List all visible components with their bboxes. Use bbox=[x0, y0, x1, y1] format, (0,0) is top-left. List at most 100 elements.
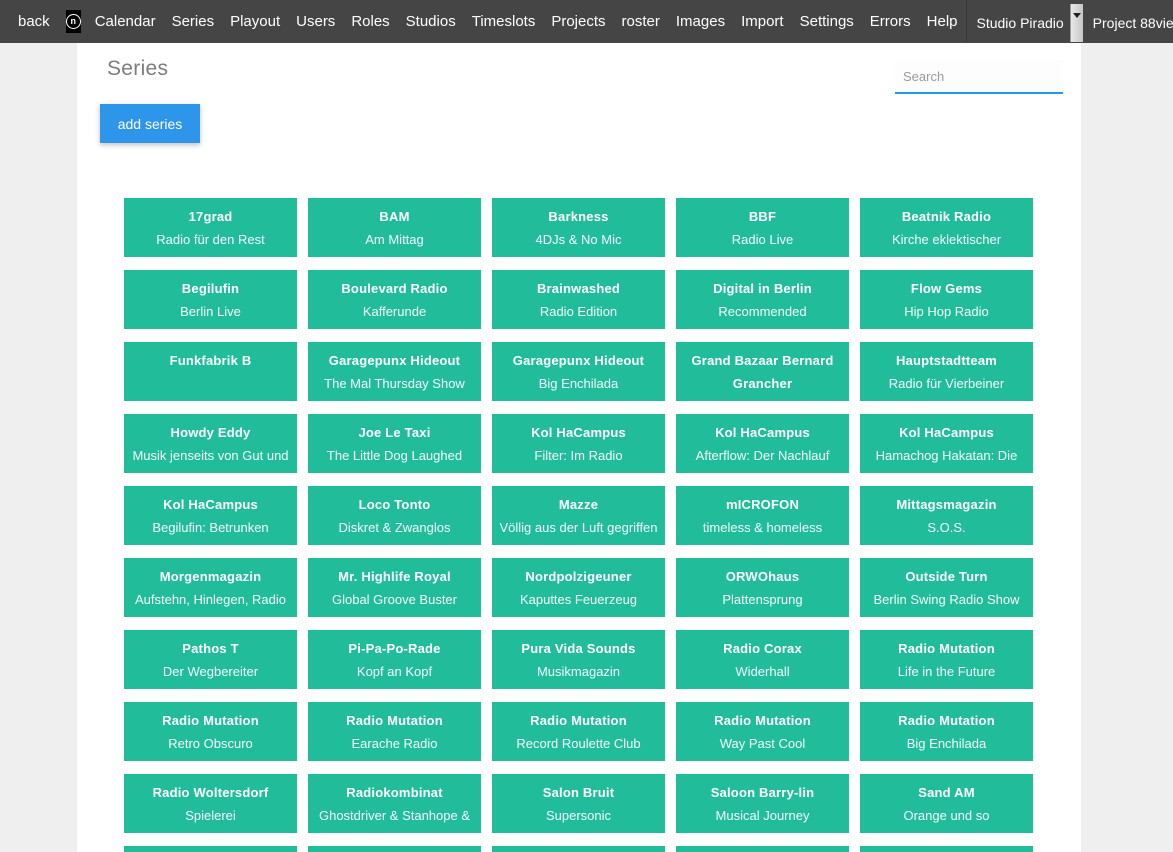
series-card-subtitle: Way Past Cool bbox=[681, 732, 844, 756]
series-card[interactable]: Radiokombinat Ghostdriver & Stanhope & bbox=[308, 774, 481, 833]
series-card[interactable]: Pi-Pa-Po-Rade Kopf an Kopf bbox=[308, 630, 481, 689]
series-card-subtitle: Völlig aus der Luft gegriffen bbox=[497, 516, 660, 540]
nav-item-help[interactable]: Help bbox=[919, 13, 966, 30]
series-card[interactable]: Sand FM Orange und Gäste bbox=[124, 846, 297, 852]
nav-item-calendar[interactable]: Calendar bbox=[87, 13, 164, 30]
series-card[interactable]: Pura Vida Sounds Musikmagazin bbox=[492, 630, 665, 689]
series-card-subtitle: Kaputtes Feuerzeug bbox=[497, 588, 660, 612]
series-card-title: Kol HaCampus bbox=[129, 493, 292, 516]
series-card[interactable]: Barkness 4DJs & No Mic bbox=[492, 198, 665, 257]
series-card[interactable]: Mr. Highlife Royal Global Groove Buster bbox=[308, 558, 481, 617]
content-panel: Series add series 17grad Radio für den R… bbox=[77, 43, 1081, 852]
series-card[interactable]: Shooshka Joyful Noise bbox=[308, 846, 481, 852]
series-card[interactable]: Kol HaCampus Filter: Im Radio bbox=[492, 414, 665, 473]
series-card[interactable]: Kol HaCampus Begilufin: Betrunken bbox=[124, 486, 297, 545]
series-card[interactable]: Stroko & Martin It's all in a technicolo… bbox=[676, 846, 849, 852]
series-card[interactable]: Kol HaCampus Afterflow: Der Nachlauf bbox=[676, 414, 849, 473]
series-card-title: Radio Mutation bbox=[129, 709, 292, 732]
series-card[interactable]: BAM Am Mittag bbox=[308, 198, 481, 257]
series-card[interactable]: Hauptstadtteam Radio für Vierbeiner bbox=[860, 342, 1033, 401]
nav-item-timeslots[interactable]: Timeslots bbox=[464, 13, 544, 30]
series-card[interactable]: Garagepunx Hideout The Mal Thursday Show bbox=[308, 342, 481, 401]
series-card[interactable]: Sand AM Orange und so bbox=[860, 774, 1033, 833]
series-card[interactable]: Flow Gems Hip Hop Radio bbox=[860, 270, 1033, 329]
nav-item-import[interactable]: Import bbox=[733, 13, 792, 30]
series-card-subtitle: Ghostdriver & Stanhope & bbox=[313, 804, 476, 828]
project-select[interactable]: Project 88vier bbox=[1083, 4, 1173, 42]
series-card-subtitle: Radio Edition bbox=[497, 300, 660, 324]
series-card[interactable]: Boulevard Radio Kafferunde bbox=[308, 270, 481, 329]
series-card-subtitle: Recommended bbox=[681, 300, 844, 324]
series-card[interactable]: Kol HaCampus Hamachog Hakatan: Die bbox=[860, 414, 1033, 473]
series-card[interactable]: Garagepunx Hideout Big Enchilada bbox=[492, 342, 665, 401]
series-card-title: Hauptstadtteam bbox=[865, 349, 1028, 372]
series-card[interactable]: Radio Mutation Life in the Future bbox=[860, 630, 1033, 689]
nav-item-playout[interactable]: Playout bbox=[222, 13, 288, 30]
nav-item-errors[interactable]: Errors bbox=[862, 13, 919, 30]
series-card-title: Kol HaCampus bbox=[497, 421, 660, 444]
back-button[interactable]: back bbox=[10, 13, 58, 30]
series-card-subtitle: Big Enchilada bbox=[865, 732, 1028, 756]
series-card[interactable]: Silentium Geschichten bbox=[492, 846, 665, 852]
series-card[interactable]: 17grad Radio für den Rest bbox=[124, 198, 297, 257]
series-card-subtitle: Spielerei bbox=[129, 804, 292, 828]
nav-item-series[interactable]: Series bbox=[164, 13, 223, 30]
chevron-down-icon[interactable] bbox=[1070, 4, 1083, 42]
series-card[interactable]: Howdy Eddy Musik jenseits von Gut und bbox=[124, 414, 297, 473]
nav-item-roles[interactable]: Roles bbox=[343, 13, 397, 30]
nav-item-projects[interactable]: Projects bbox=[543, 13, 613, 30]
series-card[interactable]: Nordpolzigeuner Kaputtes Feuerzeug bbox=[492, 558, 665, 617]
series-card[interactable]: Digital in Berlin Recommended bbox=[676, 270, 849, 329]
series-card[interactable]: Brainwashed Radio Edition bbox=[492, 270, 665, 329]
add-series-button[interactable]: add series bbox=[100, 104, 200, 143]
series-card-subtitle: Radio Live bbox=[681, 228, 844, 252]
nav-item-images[interactable]: Images bbox=[668, 13, 733, 30]
series-card[interactable]: Saloon Barry-lin Musical Journey bbox=[676, 774, 849, 833]
series-card-title: Radio Corax bbox=[681, 637, 844, 660]
series-card[interactable]: Radio Mutation Earache Radio bbox=[308, 702, 481, 761]
series-card-subtitle: Big Enchilada bbox=[497, 372, 660, 396]
series-card[interactable]: Morgenmagazin Aufstehn, Hinlegen, Radio bbox=[124, 558, 297, 617]
nav-item-roster[interactable]: roster bbox=[614, 13, 668, 30]
search-input[interactable] bbox=[895, 60, 1063, 94]
series-card-title: Radio Woltersdorf bbox=[129, 781, 292, 804]
series-card-title: Pathos T bbox=[129, 637, 292, 660]
nav-item-studios[interactable]: Studios bbox=[398, 13, 464, 30]
series-card[interactable]: Funkfabrik B bbox=[124, 342, 297, 401]
series-card[interactable]: Radio Mutation Big Enchilada bbox=[860, 702, 1033, 761]
series-card-title: Mittagsmagazin bbox=[865, 493, 1028, 516]
series-card[interactable]: Salon Bruit Supersonic bbox=[492, 774, 665, 833]
nav-item-settings[interactable]: Settings bbox=[792, 13, 862, 30]
series-card[interactable]: ORWOhaus Plattensprung bbox=[676, 558, 849, 617]
series-card[interactable]: Radio Woltersdorf Spielerei bbox=[124, 774, 297, 833]
series-card-title: Howdy Eddy bbox=[129, 421, 292, 444]
series-card[interactable]: BBF Radio Live bbox=[676, 198, 849, 257]
series-card[interactable]: Subtracks To Released bbox=[860, 846, 1033, 852]
series-card-title: 17grad bbox=[129, 205, 292, 228]
series-card[interactable]: Radio Mutation Way Past Cool bbox=[676, 702, 849, 761]
series-card-title: ORWOhaus bbox=[681, 565, 844, 588]
series-card[interactable]: Mazze Völlig aus der Luft gegriffen bbox=[492, 486, 665, 545]
series-card[interactable]: Beatnik Radio Kirche eklektischer bbox=[860, 198, 1033, 257]
series-card-title: Boulevard Radio bbox=[313, 277, 476, 300]
nav-item-users[interactable]: Users bbox=[288, 13, 343, 30]
series-card-title: Outside Turn bbox=[865, 565, 1028, 588]
series-card[interactable]: Begilufin Berlin Live bbox=[124, 270, 297, 329]
series-card[interactable]: Grand Bazaar Bernard Grancher bbox=[676, 342, 849, 401]
series-card[interactable]: Radio Mutation Retro Obscuro bbox=[124, 702, 297, 761]
series-card[interactable]: mICROFON timeless & homeless bbox=[676, 486, 849, 545]
series-card[interactable]: Joe Le Taxi The Little Dog Laughed bbox=[308, 414, 481, 473]
pi-radio-logo-icon[interactable]: n bbox=[66, 10, 81, 33]
series-card[interactable]: Outside Turn Berlin Swing Radio Show bbox=[860, 558, 1033, 617]
series-card[interactable]: Radio Mutation Record Roulette Club bbox=[492, 702, 665, 761]
series-card[interactable]: Pathos T Der Wegbereiter bbox=[124, 630, 297, 689]
series-card[interactable]: Radio Corax Widerhall bbox=[676, 630, 849, 689]
series-card-subtitle: Der Wegbereiter bbox=[129, 660, 292, 684]
series-card[interactable]: Loco Tonto Diskret & Zwanglos bbox=[308, 486, 481, 545]
series-card-subtitle: Musikmagazin bbox=[497, 660, 660, 684]
series-card[interactable]: Mittagsmagazin S.O.S. bbox=[860, 486, 1033, 545]
series-card-subtitle: Global Groove Buster bbox=[313, 588, 476, 612]
studio-select[interactable]: Studio Piradio bbox=[967, 4, 1083, 42]
series-card-title: Digital in Berlin bbox=[681, 277, 844, 300]
series-card-subtitle: The Little Dog Laughed bbox=[313, 444, 476, 468]
